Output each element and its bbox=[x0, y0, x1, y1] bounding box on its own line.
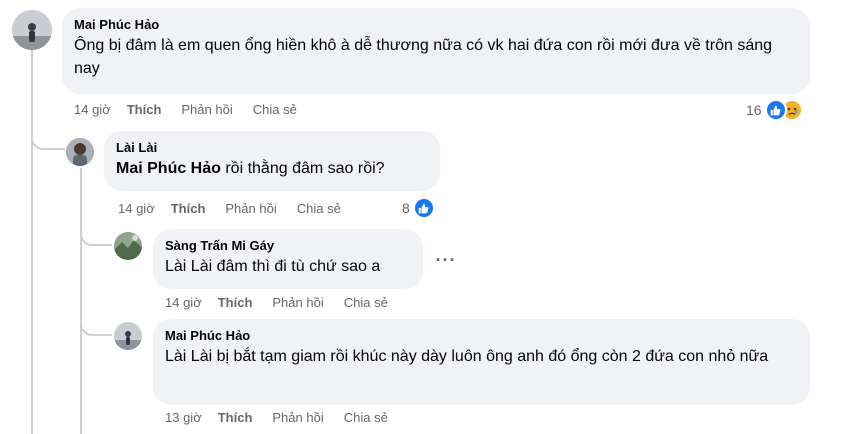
like-button[interactable]: Thích bbox=[218, 410, 253, 425]
reaction-summary[interactable]: 8 bbox=[402, 197, 435, 219]
comment-actions: 14 giờ Thích Phản hồi Chia sẻ bbox=[74, 102, 317, 117]
person-photo-icon bbox=[66, 138, 94, 166]
person-photo-icon bbox=[114, 322, 142, 350]
comment-text-wrapper: Mai Phúc Hảo rồi thằng đâm sao rồi? bbox=[116, 157, 428, 180]
more-options-icon[interactable]: ··· bbox=[432, 246, 460, 274]
reaction-count: 8 bbox=[402, 200, 410, 216]
comment-bubble: Mai Phúc Hảo Ông bị đâm là em quen ổng h… bbox=[62, 8, 810, 94]
comment-bubble: Sàng Trấn Mi Gáy Lài Lài đâm thì đi tù c… bbox=[153, 229, 423, 289]
thread-curve-reply-1 bbox=[31, 126, 65, 150]
reaction-summary[interactable]: 16 bbox=[746, 99, 803, 121]
comment-author[interactable]: Sàng Trấn Mi Gáy bbox=[165, 237, 411, 254]
comment-text: Lài Lài bị bắt tạm giam rồi khúc này dày… bbox=[165, 348, 769, 365]
comment-actions: 13 giờ Thích Phản hồi Chia sẻ bbox=[165, 410, 408, 425]
like-icon bbox=[764, 99, 787, 121]
avatar[interactable] bbox=[114, 232, 142, 260]
reply-button[interactable]: Phản hồi bbox=[225, 201, 276, 216]
thread-line-reply-1 bbox=[80, 168, 82, 434]
comment-text: rồi thằng đâm sao rồi? bbox=[220, 160, 385, 177]
person-photo-icon bbox=[12, 10, 52, 50]
comment-text: Lài Lài đâm thì đi tù chứ sao a bbox=[165, 258, 381, 275]
thread-line-main bbox=[31, 50, 33, 434]
reply-button[interactable]: Phản hồi bbox=[181, 102, 232, 117]
mention-link[interactable]: Mai Phúc Hảo bbox=[116, 160, 221, 177]
comment-actions: 14 giờ Thích Phản hồi Chia sẻ bbox=[118, 201, 361, 216]
comment-time[interactable]: 14 giờ bbox=[74, 102, 111, 117]
share-button[interactable]: Chia sẻ bbox=[344, 295, 388, 310]
reply-button[interactable]: Phản hồi bbox=[272, 295, 323, 310]
like-button[interactable]: Thích bbox=[218, 295, 253, 310]
landscape-photo-icon bbox=[114, 232, 142, 260]
comment-text: Ông bị đâm là em quen ổng hiền khô à dễ … bbox=[74, 37, 773, 77]
avatar[interactable] bbox=[12, 10, 52, 50]
like-button[interactable]: Thích bbox=[127, 102, 162, 117]
avatar[interactable] bbox=[114, 322, 142, 350]
thread-curve-reply-3 bbox=[80, 312, 112, 336]
like-icon bbox=[412, 197, 435, 219]
comment-time[interactable]: 14 giờ bbox=[118, 201, 155, 216]
share-button[interactable]: Chia sẻ bbox=[344, 410, 388, 425]
comment-author[interactable]: Mai Phúc Hảo bbox=[74, 16, 798, 33]
share-button[interactable]: Chia sẻ bbox=[253, 102, 297, 117]
comment-actions: 14 giờ Thích Phản hồi Chia sẻ bbox=[165, 295, 408, 310]
share-button[interactable]: Chia sẻ bbox=[297, 201, 341, 216]
comment-author[interactable]: Mai Phúc Hảo bbox=[165, 327, 798, 344]
comment-time[interactable]: 14 giờ bbox=[165, 295, 202, 310]
like-button[interactable]: Thích bbox=[171, 201, 206, 216]
reaction-count: 16 bbox=[746, 102, 762, 118]
comment-bubble: Mai Phúc Hảo Lài Lài bị bắt tạm giam rồi… bbox=[153, 319, 810, 405]
comment-bubble: Lài Lài Mai Phúc Hảo rồi thằng đâm sao r… bbox=[104, 131, 440, 191]
thread-curve-reply-2 bbox=[80, 222, 112, 246]
avatar[interactable] bbox=[66, 138, 94, 166]
comment-author[interactable]: Lài Lài bbox=[116, 139, 428, 156]
comment-time[interactable]: 13 giờ bbox=[165, 410, 202, 425]
reply-button[interactable]: Phản hồi bbox=[272, 410, 323, 425]
